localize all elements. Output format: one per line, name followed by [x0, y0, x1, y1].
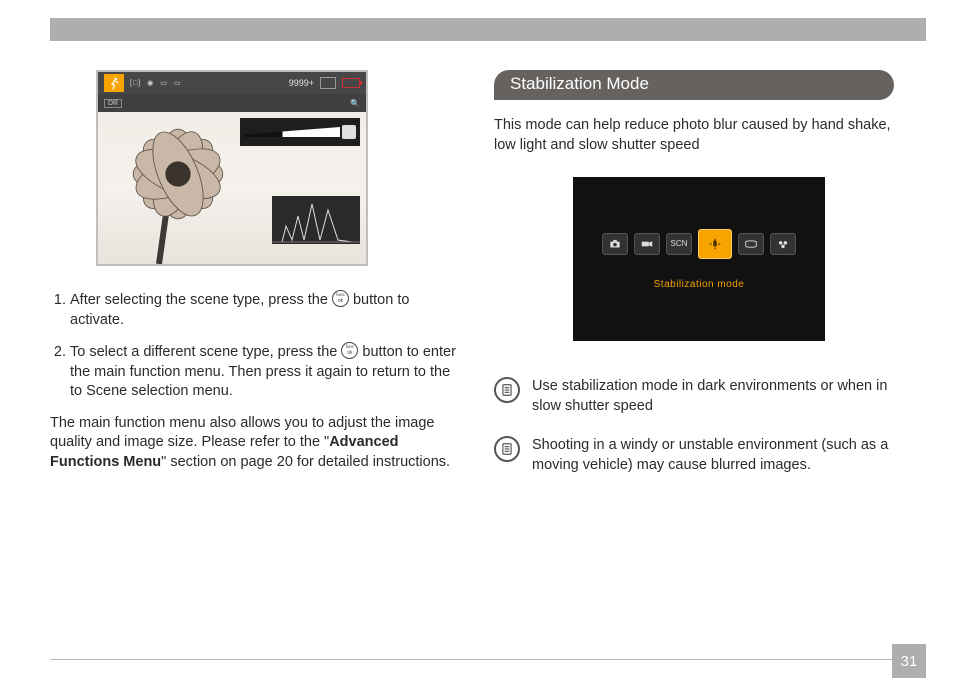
paragraph: The main function menu also allows you t… [50, 414, 460, 473]
header-bar [50, 18, 926, 41]
note-text: Shooting in a windy or unstable environm… [532, 436, 904, 475]
instruction-list: After selecting the scene type, press th… [50, 290, 460, 402]
right-column: Stabilization Mode This mode can help re… [494, 70, 904, 670]
sport-mode-icon [104, 74, 124, 92]
section-heading: Stabilization Mode [510, 74, 649, 94]
note-icon [494, 377, 520, 403]
left-column: [□] ◉ ▭ ▭ 9999+ DR 🔍 [50, 70, 460, 670]
lcd-sub-bar: DR 🔍 [98, 94, 366, 112]
note-row: Use stabilization mode in dark environme… [494, 377, 904, 416]
panorama-mode-icon [738, 233, 764, 255]
mode-chip-row: SCN [602, 229, 796, 259]
flower-photo-stub [108, 118, 248, 258]
zoom-indicator [240, 118, 360, 146]
spot-meter-icon: ◉ [147, 79, 154, 87]
page-number-box: 31 [892, 644, 926, 678]
movie-mode-icon [634, 233, 660, 255]
camera-lcd-figure: [□] ◉ ▭ ▭ 9999+ DR 🔍 [96, 70, 368, 266]
lcd-top-bar: [□] ◉ ▭ ▭ 9999+ [98, 72, 366, 94]
scn-mode-chip: SCN [666, 233, 692, 255]
shots-remaining: 9999+ [289, 78, 314, 88]
effects-mode-icon [770, 233, 796, 255]
stabilization-mode-icon [698, 229, 732, 259]
two-column-layout: [□] ◉ ▭ ▭ 9999+ DR 🔍 [50, 70, 926, 670]
magnify-icon: 🔍 [350, 99, 360, 108]
mode-label: Stabilization mode [654, 279, 745, 290]
func-ok-button-icon [341, 342, 358, 359]
note-text: Use stabilization mode in dark environme… [532, 377, 904, 416]
zoom-wedge-icon [244, 127, 340, 137]
note-icon [494, 436, 520, 462]
para-b: " section on page 20 for detailed instru… [161, 454, 450, 470]
page-number: 31 [901, 653, 918, 670]
camera-mode-icon [602, 233, 628, 255]
footer-rule [50, 659, 926, 660]
note-row: Shooting in a windy or unstable environm… [494, 436, 904, 475]
camera-lcd: [□] ◉ ▭ ▭ 9999+ DR 🔍 [96, 70, 368, 266]
battery-low-icon [342, 78, 360, 88]
zoom-magnify-icon [342, 125, 356, 139]
aspect-icon: ▭ [160, 79, 168, 87]
step2-text-a: To select a different scene type, press … [70, 344, 341, 360]
focus-area-icon: [□] [130, 80, 141, 87]
sd-card-icon [320, 77, 336, 89]
section-description: This mode can help reduce photo blur cau… [494, 116, 904, 155]
list-item: After selecting the scene type, press th… [70, 290, 460, 330]
dr-badge: DR [104, 99, 122, 108]
histogram-overlay [272, 196, 360, 244]
manual-page: [□] ◉ ▭ ▭ 9999+ DR 🔍 [0, 0, 954, 694]
step1-text-a: After selecting the scene type, press th… [70, 292, 332, 308]
section-heading-pill: Stabilization Mode [494, 70, 894, 100]
list-item: To select a different scene type, press … [70, 342, 460, 402]
aspect-icon: ▭ [174, 79, 182, 87]
mode-dial-lcd: SCN Stabilization mode [573, 177, 825, 341]
func-ok-button-icon [332, 290, 349, 307]
